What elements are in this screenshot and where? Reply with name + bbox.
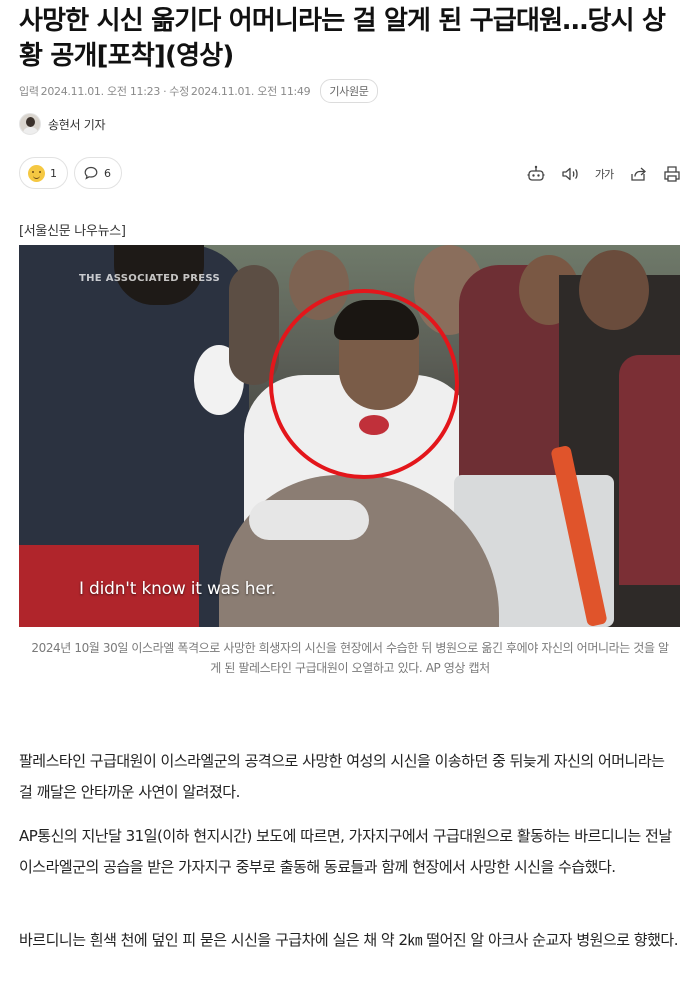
original-article-button[interactable]: 기사원문 [320, 79, 378, 103]
share-icon[interactable] [626, 162, 650, 186]
comment-button[interactable]: 6 [74, 157, 122, 189]
input-label: 입력 [19, 85, 39, 98]
modified-date: 2024.11.01. 오전 11:49 [190, 85, 311, 98]
robot-icon[interactable] [524, 162, 548, 186]
speaker-icon[interactable] [558, 162, 582, 186]
highlight-circle [269, 289, 459, 479]
emoji-icon [28, 164, 45, 182]
comment-icon [83, 165, 99, 181]
reporter-name[interactable]: 송현서 기자 [48, 116, 106, 133]
font-size-label: 가가 [594, 168, 614, 181]
article-paragraph-2: AP통신의 지난달 31일(이하 현지시간) 보도에 따르면, 가자지구에서 구… [19, 827, 672, 876]
article-toolbar: 가가 [524, 162, 684, 186]
reporter-avatar [19, 113, 41, 135]
video-subtitle: I didn't know it was her. [79, 579, 277, 599]
source-label: [서울신문 나우뉴스] [19, 224, 126, 239]
reporter-byline[interactable]: 송현서 기자 [19, 113, 106, 135]
font-size-icon[interactable]: 가가 [592, 162, 616, 186]
photo-caption: 2024년 10월 30일 이스라엘 폭격으로 사망한 희생자의 시신을 현장에… [31, 641, 669, 675]
article-photo[interactable]: THE ASSOCIATED PRESS I didn't know it wa… [19, 245, 680, 627]
reaction-count: 1 [50, 166, 57, 180]
photo-watermark: THE ASSOCIATED PRESS [79, 273, 220, 284]
comment-count: 6 [104, 166, 111, 180]
print-icon[interactable] [660, 162, 684, 186]
reaction-button[interactable]: 1 [19, 157, 68, 189]
meta-separator: · [163, 84, 167, 98]
article-meta: 입력 2024.11.01. 오전 11:23 · 수정 2024.11.01.… [19, 79, 378, 103]
article-paragraph-3: 바르디니는 흰색 천에 덮인 피 묻은 시신을 구급차에 실은 채 약 2㎞ 떨… [19, 931, 678, 949]
input-date: 2024.11.01. 오전 11:23 [40, 85, 161, 98]
article-paragraph-1: 팔레스타인 구급대원이 이스라엘군의 공격으로 사망한 여성의 시신을 이송하던… [19, 752, 665, 801]
modified-label: 수정 [169, 85, 189, 98]
reaction-bar: 1 6 [19, 157, 122, 189]
article-headline: 사망한 시신 옮기다 어머니라는 걸 알게 된 구급대원…당시 상황 공개[포착… [19, 6, 666, 71]
